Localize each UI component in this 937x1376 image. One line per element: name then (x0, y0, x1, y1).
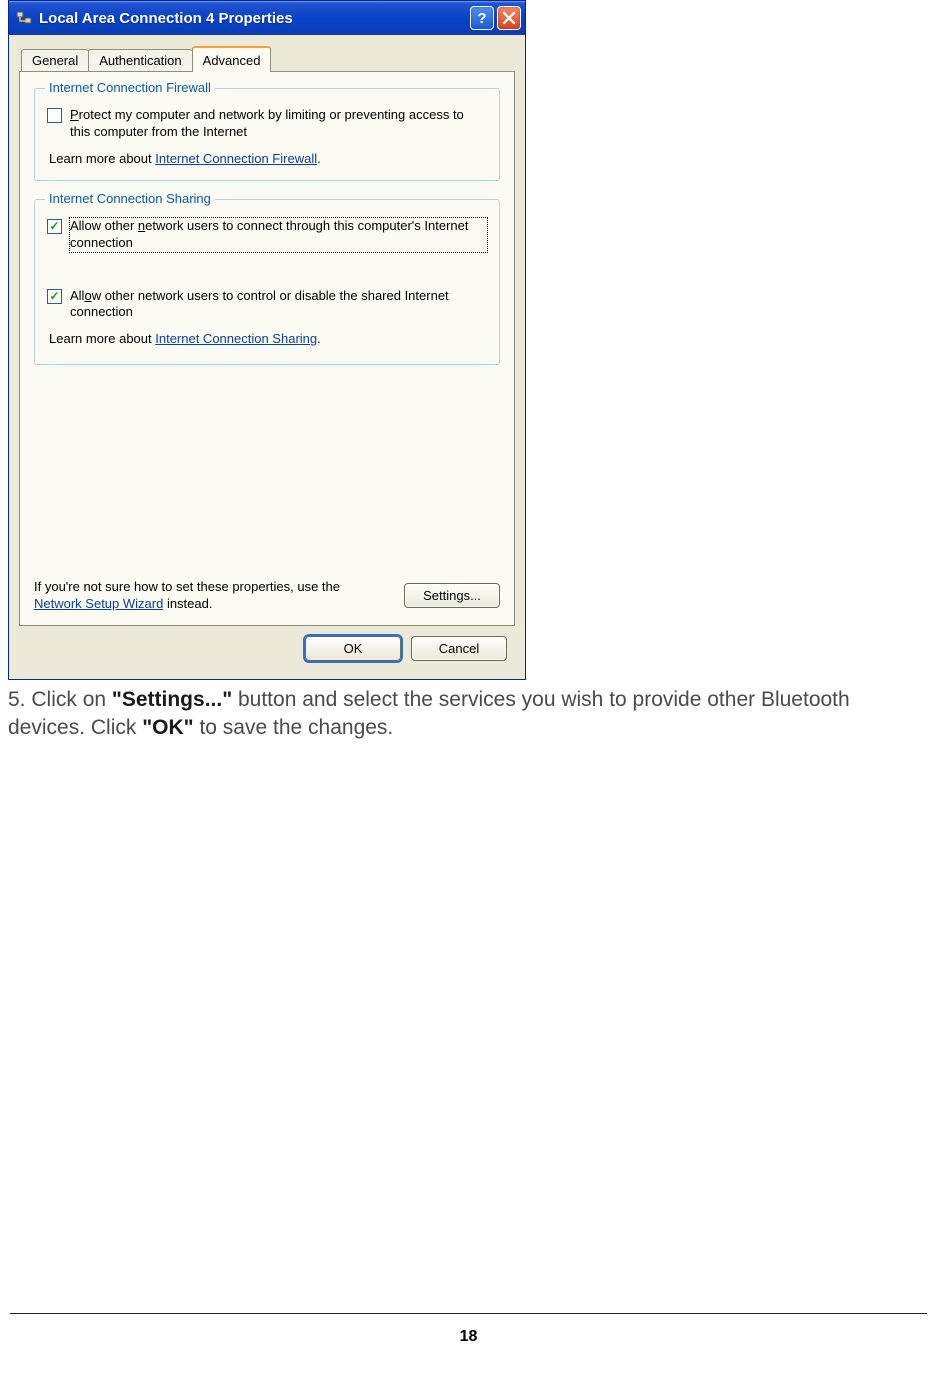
page-rule (10, 1313, 927, 1314)
connection-icon (15, 9, 33, 27)
bold-ok: "OK" (142, 716, 193, 739)
link-firewall[interactable]: Internet Connection Firewall (155, 151, 317, 166)
help-button[interactable]: ? (470, 6, 494, 30)
link-sharing[interactable]: Internet Connection Sharing (155, 331, 317, 346)
dialog-body: General Authentication Advanced Internet… (9, 35, 525, 679)
group-sharing: Internet Connection Sharing Allow other … (34, 199, 500, 366)
cancel-button[interactable]: Cancel (411, 636, 507, 661)
close-icon (502, 11, 516, 25)
tab-panel-advanced: Internet Connection Firewall Protect my … (19, 71, 515, 626)
close-button[interactable] (497, 6, 521, 30)
ok-cancel-row: OK Cancel (19, 626, 515, 673)
checkbox-row-allow-connect: Allow other network users to connect thr… (47, 218, 487, 252)
tab-strip: General Authentication Advanced (19, 47, 515, 71)
ok-button[interactable]: OK (305, 636, 401, 661)
bottom-help-text: If you're not sure how to set these prop… (34, 578, 344, 613)
bottom-help-row: If you're not sure how to set these prop… (34, 578, 500, 613)
tab-general[interactable]: General (21, 49, 89, 71)
page-number: 18 (0, 1328, 937, 1346)
tab-authentication[interactable]: Authentication (88, 49, 192, 71)
link-network-setup-wizard[interactable]: Network Setup Wizard (34, 596, 163, 611)
group-firewall: Internet Connection Firewall Protect my … (34, 88, 500, 181)
instruction-step-5: 5. Click on "Settings..." button and sel… (8, 686, 913, 743)
group-firewall-legend: Internet Connection Firewall (45, 80, 215, 95)
checkbox-allow-connect[interactable] (47, 219, 62, 234)
group-sharing-legend: Internet Connection Sharing (45, 191, 215, 206)
settings-button[interactable]: Settings... (404, 583, 500, 608)
checkbox-allow-connect-label[interactable]: Allow other network users to connect thr… (70, 218, 487, 252)
learn-sharing: Learn more about Internet Connection Sha… (47, 331, 487, 346)
checkbox-allow-control-label[interactable]: Allow other network users to control or … (70, 288, 487, 322)
properties-dialog: Local Area Connection 4 Properties ? Gen… (8, 0, 526, 680)
step-number: 5. (8, 688, 31, 711)
checkbox-row-protect: Protect my computer and network by limit… (47, 107, 487, 141)
checkbox-row-allow-control: Allow other network users to control or … (47, 288, 487, 322)
bold-settings: "Settings..." (112, 688, 232, 711)
tab-advanced[interactable]: Advanced (192, 46, 272, 72)
learn-firewall: Learn more about Internet Connection Fir… (47, 151, 487, 166)
checkbox-allow-control[interactable] (47, 289, 62, 304)
window-title: Local Area Connection 4 Properties (39, 10, 467, 27)
checkbox-protect-label[interactable]: Protect my computer and network by limit… (70, 107, 487, 141)
checkbox-protect[interactable] (47, 108, 62, 123)
titlebar[interactable]: Local Area Connection 4 Properties ? (9, 1, 525, 35)
